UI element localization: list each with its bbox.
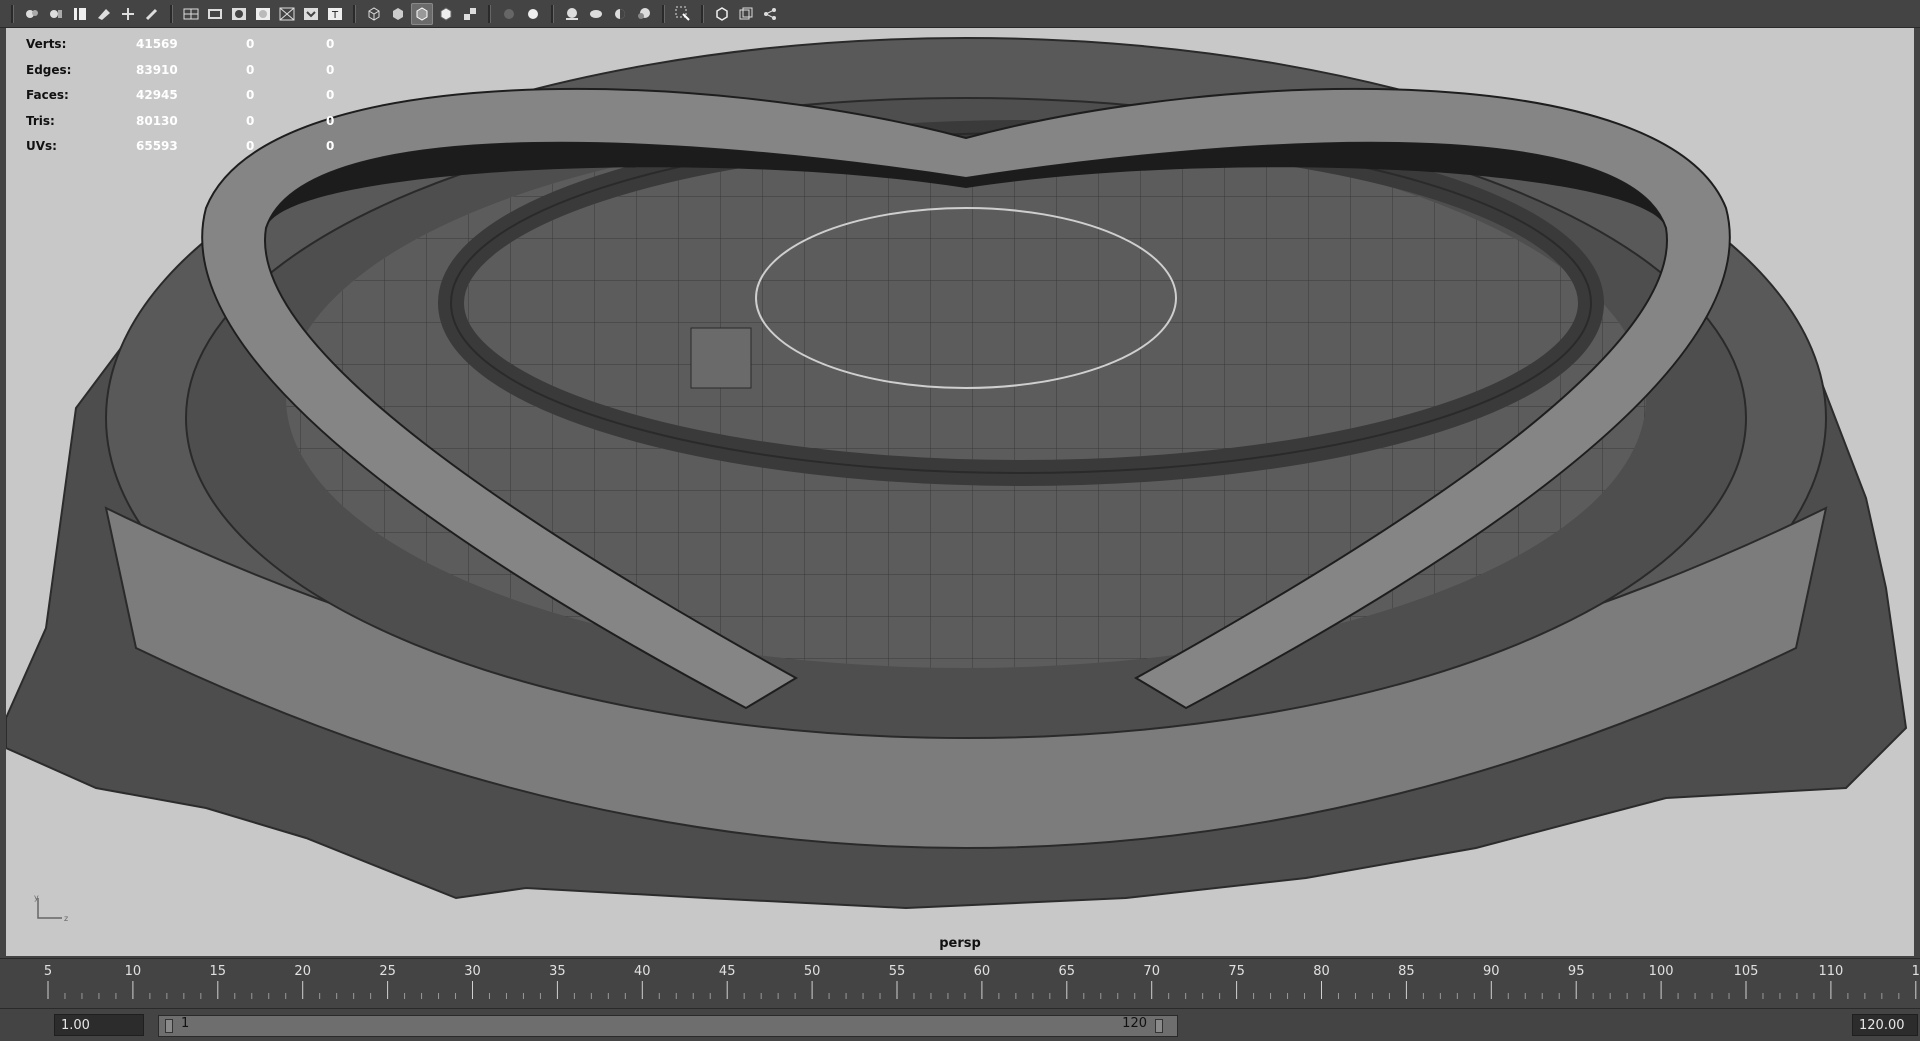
ruler-tick-label: 5 [44, 964, 52, 979]
toolbar-separator [488, 4, 491, 23]
start-time-field[interactable]: 1.00 [54, 1014, 144, 1036]
select-camera-icon[interactable] [21, 3, 43, 25]
ruler-tick-label: 30 [464, 964, 481, 979]
backface-culling-icon[interactable] [759, 3, 781, 25]
ruler-tick-label: 35 [549, 964, 566, 979]
range-end-handle[interactable] [1155, 1019, 1163, 1033]
ruler-tick-label: 100 [1649, 964, 1674, 979]
film-gate-icon[interactable] [204, 3, 226, 25]
ruler-tick-label: 45 [719, 964, 736, 979]
hud-row-edges: Edges: 83910 0 0 [26, 62, 335, 77]
ruler-tick-label: 1 [1912, 964, 1920, 979]
toolbar-separator [353, 4, 356, 23]
ruler-tick-label: 10 [125, 964, 142, 979]
ruler-tick-label: 55 [889, 964, 906, 979]
wireframe-on-shaded-icon[interactable] [411, 2, 433, 25]
ruler-tick-label: 110 [1818, 964, 1843, 979]
ambient-occlusion-icon[interactable] [561, 3, 583, 25]
motion-blur-icon[interactable] [585, 3, 607, 25]
toolbar-separator [170, 4, 173, 23]
ruler-tick-label: 80 [1313, 964, 1330, 979]
time-slider[interactable]: 5 10 15 20 25 30 35 40 45 50 55 60 65 70 75 80 85 90 95 100… [0, 958, 1920, 1009]
image-plane-icon[interactable] [93, 3, 115, 25]
ruler-tick-label: 95 [1568, 964, 1585, 979]
wireframe-icon[interactable] [363, 3, 385, 25]
depth-of-field-icon[interactable] [633, 3, 655, 25]
toolbar-separator [701, 4, 704, 23]
xray-active-icon[interactable] [711, 3, 733, 25]
textured-icon[interactable] [459, 3, 481, 25]
range-start-handle[interactable] [165, 1019, 173, 1033]
text-icon[interactable]: T [324, 3, 346, 25]
hud-row-faces: Faces: 42945 0 0 [26, 88, 335, 102]
ruler-tick-label: 90 [1483, 964, 1500, 979]
grid-icon[interactable] [180, 3, 202, 25]
perspective-viewport[interactable]: Verts: 41569 0 0 Edges: 83910 0 0 Faces: 42945 0… [6, 28, 1914, 956]
ruler-tick-label: 50 [804, 964, 821, 979]
stair-block [690, 327, 752, 389]
svg-text:T: T [331, 10, 339, 21]
camera-attributes-icon[interactable] [45, 3, 67, 25]
ruler-tick-label: 60 [974, 964, 991, 979]
resolution-gate-icon[interactable] [228, 3, 250, 25]
ruler-tick-label: 20 [294, 964, 311, 979]
view-axis-icon: y z [34, 894, 68, 923]
isolate-select-icon[interactable] [672, 3, 694, 25]
grease-pencil-icon[interactable] [141, 3, 163, 25]
ruler-background [0, 959, 1920, 1009]
range-slider-bar: 1.00 1 120 120.00 [0, 1008, 1920, 1041]
field-chart-icon[interactable] [276, 3, 298, 25]
2d-pan-zoom-icon[interactable] [117, 3, 139, 25]
playback-end-label: 120 [1122, 1016, 1147, 1031]
xray-joints-icon[interactable] [735, 3, 757, 25]
ruler-tick-label: 105 [1734, 964, 1759, 979]
anti-aliasing-icon[interactable] [609, 3, 631, 25]
use-all-lights-icon[interactable] [498, 3, 520, 25]
ruler-tick-label: 70 [1143, 964, 1160, 979]
range-slider[interactable]: 1 120 [158, 1015, 1178, 1037]
xray-icon[interactable] [435, 3, 457, 25]
playback-start-label: 1 [181, 1016, 190, 1031]
ruler-tick-label: 65 [1059, 964, 1076, 979]
toolbar-separator [662, 4, 665, 23]
camera-name-label: persp [939, 936, 981, 951]
time-slider-ruler: 5 10 15 20 25 30 35 40 45 50 55 60 65 70 75 80 85 90 95 100… [0, 959, 1920, 1009]
end-time-field[interactable]: 120.00 [1852, 1014, 1918, 1036]
viewport-panel-toolbar: T [0, 0, 1920, 28]
ruler-tick-label: 40 [634, 964, 651, 979]
svg-text:z: z [64, 914, 68, 923]
ruler-tick-label: 75 [1228, 964, 1245, 979]
hud-row-tris: Tris: 80130 0 0 [26, 113, 335, 128]
smooth-shade-icon[interactable] [387, 3, 409, 25]
bookmark-icon[interactable] [69, 3, 91, 25]
svg-text:y: y [34, 894, 39, 902]
toolbar-separator [551, 4, 554, 23]
maya-window: T Verts: 41569 0 0 Edges: 83910 0 0 Face… [0, 0, 1920, 1041]
hud-row-verts: Verts: 41569 0 0 [26, 37, 335, 51]
safe-title-icon[interactable] [300, 3, 322, 25]
stadium-scene [6, 37, 1908, 910]
poly-count-hud: Verts: 41569 0 0 Edges: 83910 0 0 Faces: 42945 0… [26, 32, 356, 160]
gate-mask-icon[interactable] [252, 3, 274, 25]
toolbar-separator [11, 4, 14, 23]
ruler-tick-label: 25 [379, 964, 396, 979]
ruler-tick-label: 85 [1398, 964, 1415, 979]
ruler-tick-label: 15 [210, 964, 227, 979]
hud-row-uvs: UVs: 65593 0 0 [26, 139, 335, 153]
shadows-icon[interactable] [522, 3, 544, 25]
